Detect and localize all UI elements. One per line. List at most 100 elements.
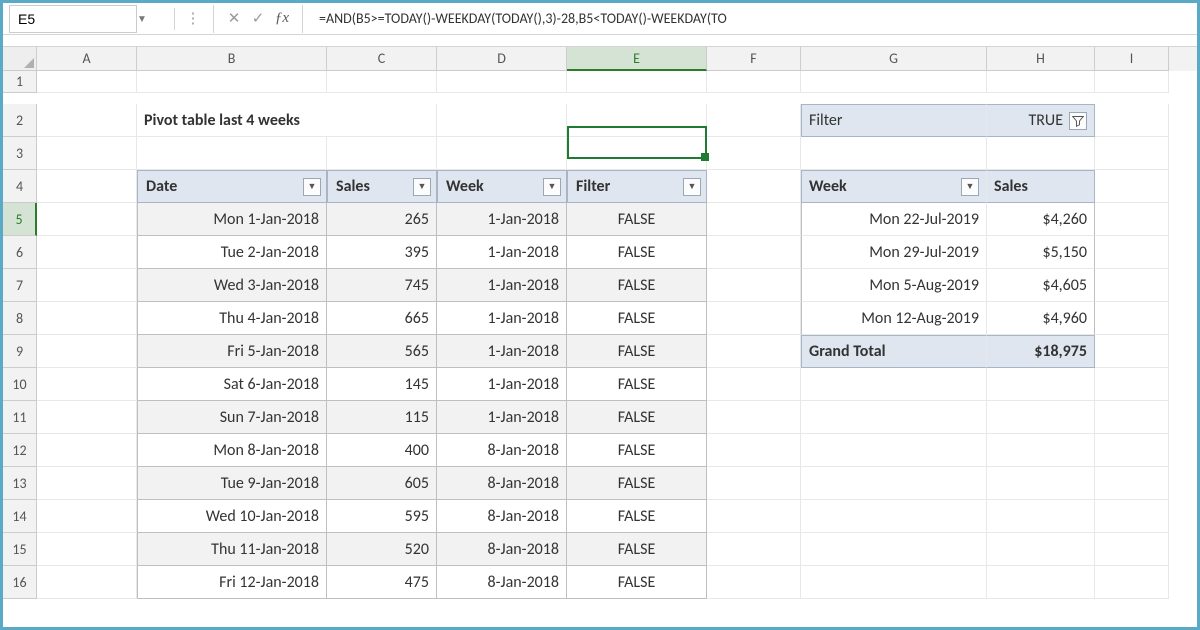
- cancel-formula-icon[interactable]: ✕: [222, 7, 246, 31]
- table-date-cell[interactable]: Tue 2-Jan-2018: [137, 236, 327, 269]
- table-filter-cell[interactable]: FALSE: [567, 500, 707, 533]
- select-all-corner[interactable]: [3, 47, 37, 71]
- pivot-sales-cell[interactable]: $5,150: [987, 236, 1095, 269]
- table-header-sales[interactable]: Sales ▼: [327, 170, 437, 203]
- empty-cell[interactable]: [987, 71, 1095, 93]
- col-header-F[interactable]: F: [707, 47, 801, 71]
- col-header-I[interactable]: I: [1095, 47, 1169, 71]
- table-sales-cell[interactable]: 595: [327, 500, 437, 533]
- empty-cell[interactable]: [801, 500, 987, 533]
- table-filter-cell[interactable]: FALSE: [567, 335, 707, 368]
- empty-cell[interactable]: [707, 137, 801, 170]
- row-header-10[interactable]: 10: [3, 368, 37, 401]
- row-header-12[interactable]: 12: [3, 434, 37, 467]
- empty-cell[interactable]: [1095, 533, 1169, 566]
- empty-cell[interactable]: [327, 71, 437, 93]
- empty-cell[interactable]: [707, 335, 801, 368]
- table-week-cell[interactable]: 8-Jan-2018: [437, 566, 567, 599]
- empty-cell[interactable]: [37, 467, 137, 500]
- table-sales-cell[interactable]: 745: [327, 269, 437, 302]
- empty-cell[interactable]: [707, 467, 801, 500]
- col-header-B[interactable]: B: [137, 47, 327, 71]
- table-filter-cell[interactable]: FALSE: [567, 203, 707, 236]
- table-week-cell[interactable]: 8-Jan-2018: [437, 500, 567, 533]
- empty-cell[interactable]: [801, 401, 987, 434]
- row-header-9[interactable]: 9: [3, 335, 37, 368]
- empty-cell[interactable]: [37, 269, 137, 302]
- table-sales-cell[interactable]: 665: [327, 302, 437, 335]
- empty-cell[interactable]: [707, 71, 801, 93]
- empty-cell[interactable]: [1095, 302, 1169, 335]
- empty-cell[interactable]: [707, 434, 801, 467]
- empty-cell[interactable]: [707, 269, 801, 302]
- insert-function-icon[interactable]: ƒx: [270, 7, 294, 31]
- empty-cell[interactable]: [37, 104, 137, 137]
- row-header-7[interactable]: 7: [3, 269, 37, 302]
- dropdown-icon[interactable]: ▼: [961, 178, 979, 196]
- empty-cell[interactable]: [707, 236, 801, 269]
- table-sales-cell[interactable]: 400: [327, 434, 437, 467]
- table-date-cell[interactable]: Mon 8-Jan-2018: [137, 434, 327, 467]
- empty-cell[interactable]: [987, 368, 1095, 401]
- table-filter-cell[interactable]: FALSE: [567, 269, 707, 302]
- empty-cell[interactable]: [567, 71, 707, 93]
- table-filter-cell[interactable]: FALSE: [567, 533, 707, 566]
- table-week-cell[interactable]: 1-Jan-2018: [437, 302, 567, 335]
- pivot-filter-label[interactable]: Filter: [801, 104, 987, 137]
- empty-cell[interactable]: [1095, 401, 1169, 434]
- empty-cell[interactable]: [1095, 335, 1169, 368]
- empty-cell[interactable]: [37, 368, 137, 401]
- row-header-13[interactable]: 13: [3, 467, 37, 500]
- empty-cell[interactable]: [707, 302, 801, 335]
- empty-cell[interactable]: [707, 104, 801, 137]
- col-header-A[interactable]: A: [37, 47, 137, 71]
- empty-cell[interactable]: [801, 137, 987, 170]
- empty-cell[interactable]: [707, 170, 801, 203]
- empty-cell[interactable]: [1095, 500, 1169, 533]
- empty-cell[interactable]: [707, 500, 801, 533]
- empty-cell[interactable]: [801, 368, 987, 401]
- empty-cell[interactable]: [37, 137, 137, 170]
- pivot-grand-total-value[interactable]: $18,975: [987, 335, 1095, 368]
- empty-cell[interactable]: [37, 533, 137, 566]
- empty-cell[interactable]: [801, 566, 987, 599]
- empty-cell[interactable]: [707, 203, 801, 236]
- dropdown-icon[interactable]: ▼: [413, 178, 431, 196]
- col-header-E[interactable]: E: [567, 47, 707, 71]
- empty-cell[interactable]: [137, 71, 327, 93]
- table-week-cell[interactable]: 1-Jan-2018: [437, 401, 567, 434]
- table-date-cell[interactable]: Mon 1-Jan-2018: [137, 203, 327, 236]
- empty-cell[interactable]: [137, 137, 327, 170]
- formula-options-icon[interactable]: ⋮: [181, 7, 205, 31]
- empty-cell[interactable]: [987, 467, 1095, 500]
- pivot-sales-cell[interactable]: $4,960: [987, 302, 1095, 335]
- empty-cell[interactable]: [37, 302, 137, 335]
- table-date-cell[interactable]: Thu 11-Jan-2018: [137, 533, 327, 566]
- pivot-sales-cell[interactable]: $4,260: [987, 203, 1095, 236]
- empty-cell[interactable]: [37, 71, 137, 93]
- empty-cell[interactable]: [567, 104, 707, 137]
- row-header-8[interactable]: 8: [3, 302, 37, 335]
- pivot-week-cell[interactable]: Mon 12-Aug-2019: [801, 302, 987, 335]
- row-header-16[interactable]: 16: [3, 566, 37, 599]
- table-week-cell[interactable]: 1-Jan-2018: [437, 368, 567, 401]
- dropdown-icon[interactable]: ▼: [683, 178, 701, 196]
- table-week-cell[interactable]: 8-Jan-2018: [437, 533, 567, 566]
- empty-cell[interactable]: [1095, 566, 1169, 599]
- pivot-week-cell[interactable]: Mon 29-Jul-2019: [801, 236, 987, 269]
- table-date-cell[interactable]: Tue 9-Jan-2018: [137, 467, 327, 500]
- row-header-4[interactable]: 4: [3, 170, 37, 203]
- empty-cell[interactable]: [1095, 434, 1169, 467]
- dropdown-icon[interactable]: ▼: [303, 178, 321, 196]
- table-header-week[interactable]: Week ▼: [437, 170, 567, 203]
- empty-cell[interactable]: [987, 566, 1095, 599]
- table-filter-cell[interactable]: FALSE: [567, 401, 707, 434]
- table-sales-cell[interactable]: 145: [327, 368, 437, 401]
- empty-cell[interactable]: [801, 434, 987, 467]
- row-header-5[interactable]: 5: [3, 203, 37, 236]
- table-week-cell[interactable]: 1-Jan-2018: [437, 269, 567, 302]
- table-week-cell[interactable]: 8-Jan-2018: [437, 467, 567, 500]
- row-header-6[interactable]: 6: [3, 236, 37, 269]
- empty-cell[interactable]: [567, 137, 707, 170]
- table-sales-cell[interactable]: 475: [327, 566, 437, 599]
